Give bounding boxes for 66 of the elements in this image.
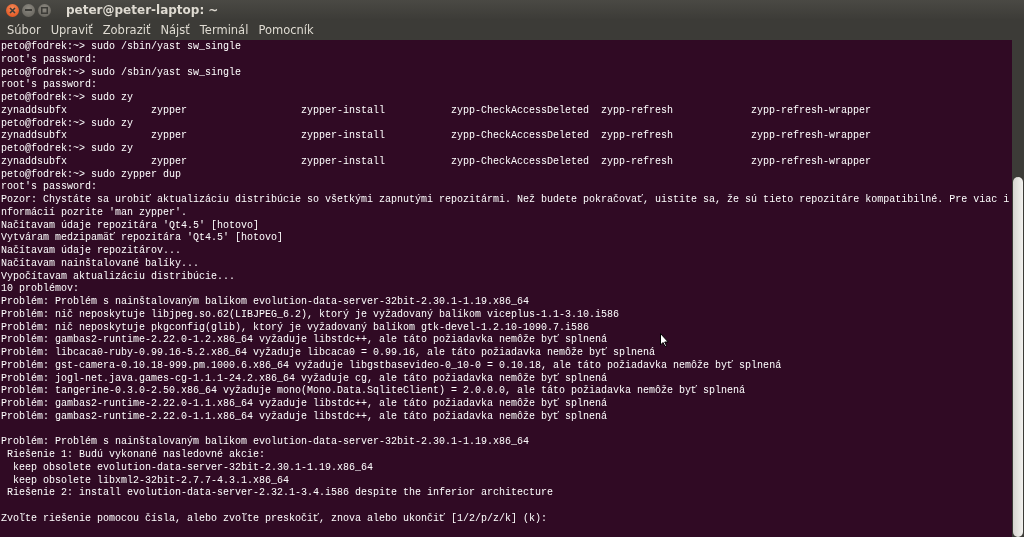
terminal-line: Problém: nič neposkytuje pkgconfig(glib), ktorý je vyžadovaný balíkom gtk-devel-1.2.10-1090.7.i586	[1, 321, 590, 334]
terminal-line: Problém: tangerine-0.3.0-2.50.x86_64 vyžaduje mono(Mono.Data.SqliteClient) = 2.0.0.0, ale táto požiadavka nemôže byť splnená	[1, 385, 746, 398]
menu-item[interactable]: Upraviť	[45, 23, 98, 37]
completion-item: zynaddsubfx	[1, 104, 68, 118]
completion-item: zynaddsubfx	[1, 155, 68, 169]
terminal-line: keep obsolete libxml2-32bit-2.7.7-4.3.1.x86_64	[12, 474, 290, 487]
completion-item: zypp-refresh-wrapper	[751, 155, 873, 169]
completion-item: zypper	[151, 130, 188, 143]
terminal-line: Problém: Problém s nainštalovaným balíkom evolution-data-server-32bit-2.30.1-1.19.x86_64	[1, 436, 530, 449]
maximize-icon	[41, 6, 48, 14]
menu-item[interactable]: Súbor	[2, 23, 46, 37]
completion-item: zypp-refresh-wrapper	[751, 130, 873, 143]
mouse-pointer-icon	[660, 333, 669, 347]
scrollbar-thumb[interactable]	[1013, 177, 1023, 537]
close-button[interactable]	[6, 3, 19, 17]
terminal-line: Vypočítavam aktualizáciu distribúcie...	[1, 270, 236, 283]
terminal-line: Pozor: Chystáte sa urobiť aktualizáciu distribúcie so všetkými zapnutými repozitármi. Než budete pokračovať, uistite sa, že sú tieto repozitáre kompatibilné. Pre viac i	[1, 194, 1010, 207]
close-icon	[9, 6, 16, 14]
terminal-line: root's password:	[1, 53, 97, 67]
window-title: peter@peter-laptop: ~	[66, 3, 219, 17]
terminal-line: Zvoľte riešenie pomocou čísla, alebo zvoľte preskočiť, znova alebo ukončiť [1/2/p/z/k] (k):	[1, 512, 548, 526]
completion-item: zypp-CheckAccessDeleted	[451, 130, 591, 143]
completion-item: zypp-CheckAccessDeleted	[451, 104, 591, 118]
terminal-line: Problém: nič neposkytuje libjpeg.so.62(LIBJPEG_6.2), ktorý je vyžadovaný balíkom viceplus-1.1-3.10.i586	[1, 308, 620, 322]
terminal-line: Problém: gambas2-runtime-2.22.0-1.1.x86_64 vyžaduje libstdc++, ale táto požiadavka nemôže byť splnená	[1, 410, 608, 424]
terminal-line: peto@fodrek:~> sudo zy	[1, 143, 134, 156]
minimize-icon	[25, 9, 32, 11]
completion-item: zypper-install	[301, 104, 386, 118]
menu-item[interactable]: Zobraziť	[97, 23, 156, 37]
terminal-line: Problém: gambas2-runtime-2.22.0-1.1.x86_64 vyžaduje libstdc++, ale táto požiadavka nemôže byť splnená	[1, 398, 608, 411]
terminal-line: peto@fodrek:~> sudo zy	[1, 92, 134, 105]
maximize-button[interactable]	[38, 3, 51, 17]
completion-item: zypp-refresh	[601, 130, 674, 143]
minimize-button[interactable]	[22, 3, 35, 17]
completion-item: zypper	[151, 155, 188, 169]
terminal-line: peto@fodrek:~> sudo /sbin/yast sw_single	[1, 41, 242, 54]
terminal-line: Vytváram medzipamäť repozitára 'Qt4.5' [hotovo]	[1, 232, 284, 245]
terminal-line: Riešenie 1: Budú vykonané nasledovné akcie:	[6, 449, 266, 462]
menu-item[interactable]: Pomocník	[253, 23, 319, 37]
terminal-line: peto@fodrek:~> sudo zy	[1, 117, 134, 130]
completion-item: zypper	[151, 104, 188, 118]
terminal-line: Načítavam údaje repozitárov...	[1, 245, 182, 258]
terminal-line: Problém: jogl-net.java.games-cg-1.1.1-24.2.x86_64 vyžaduje cg, ale táto požiadavka nemôže byť splnená	[1, 372, 608, 385]
terminal-line: peto@fodrek:~> sudo /sbin/yast sw_single	[1, 66, 242, 79]
completion-item: zypp-refresh	[601, 104, 674, 118]
terminal-line: Problém: Problém s nainštalovaným balíkom evolution-data-server-32bit-2.30.1-1.19.x86_64	[1, 296, 530, 309]
terminal-line: Problém: libcaca0-ruby-0.99.16-5.2.x86_64 vyžaduje libcaca0 = 0.99.16, ale táto požiadavka nemôže byť splnená	[1, 347, 656, 360]
completion-item: zypper-install	[301, 130, 386, 143]
terminal-line: Problém: gambas2-runtime-2.22.0-1.2.x86_64 vyžaduje libstdc++, ale táto požiadavka nemôže byť splnená	[1, 334, 608, 347]
completion-item: zypp-CheckAccessDeleted	[451, 155, 591, 169]
terminal-line: Načítavam údaje repozitára 'Qt4.5' [hotovo]	[1, 219, 260, 232]
completion-item: zynaddsubfx	[1, 130, 68, 143]
terminal-line: Načítavam nainštalované balíky...	[1, 257, 200, 271]
completion-item: zypp-refresh-wrapper	[751, 104, 873, 118]
completion-item: zypper-install	[301, 155, 386, 169]
terminal-line: root's password:	[1, 181, 97, 194]
terminal-line: peto@fodrek:~> sudo zypper dup	[1, 168, 182, 181]
terminal-line: nformácií pozrite 'man zypper'.	[1, 206, 188, 220]
terminal-line: root's password:	[1, 79, 97, 92]
menu-item[interactable]: Nájsť	[155, 23, 195, 37]
completion-item: zypp-refresh	[601, 155, 674, 169]
terminal-line: Riešenie 2: install evolution-data-server-2.32.1-3.4.i586 despite the inferior architecture	[6, 487, 554, 500]
terminal-line: keep obsolete evolution-data-server-32bit-2.30.1-1.19.x86_64	[12, 461, 374, 475]
terminal-line: 10 problémov:	[1, 283, 79, 296]
menu-item[interactable]: Terminál	[194, 23, 254, 37]
terminal-line: Problém: gst-camera-0.10.18-999.pm.1000.6.x86_64 vyžaduje libgstbasevideo-0_10-0 = 0.10.18, ale táto požiadavka nemôže byť splnená	[1, 359, 782, 373]
